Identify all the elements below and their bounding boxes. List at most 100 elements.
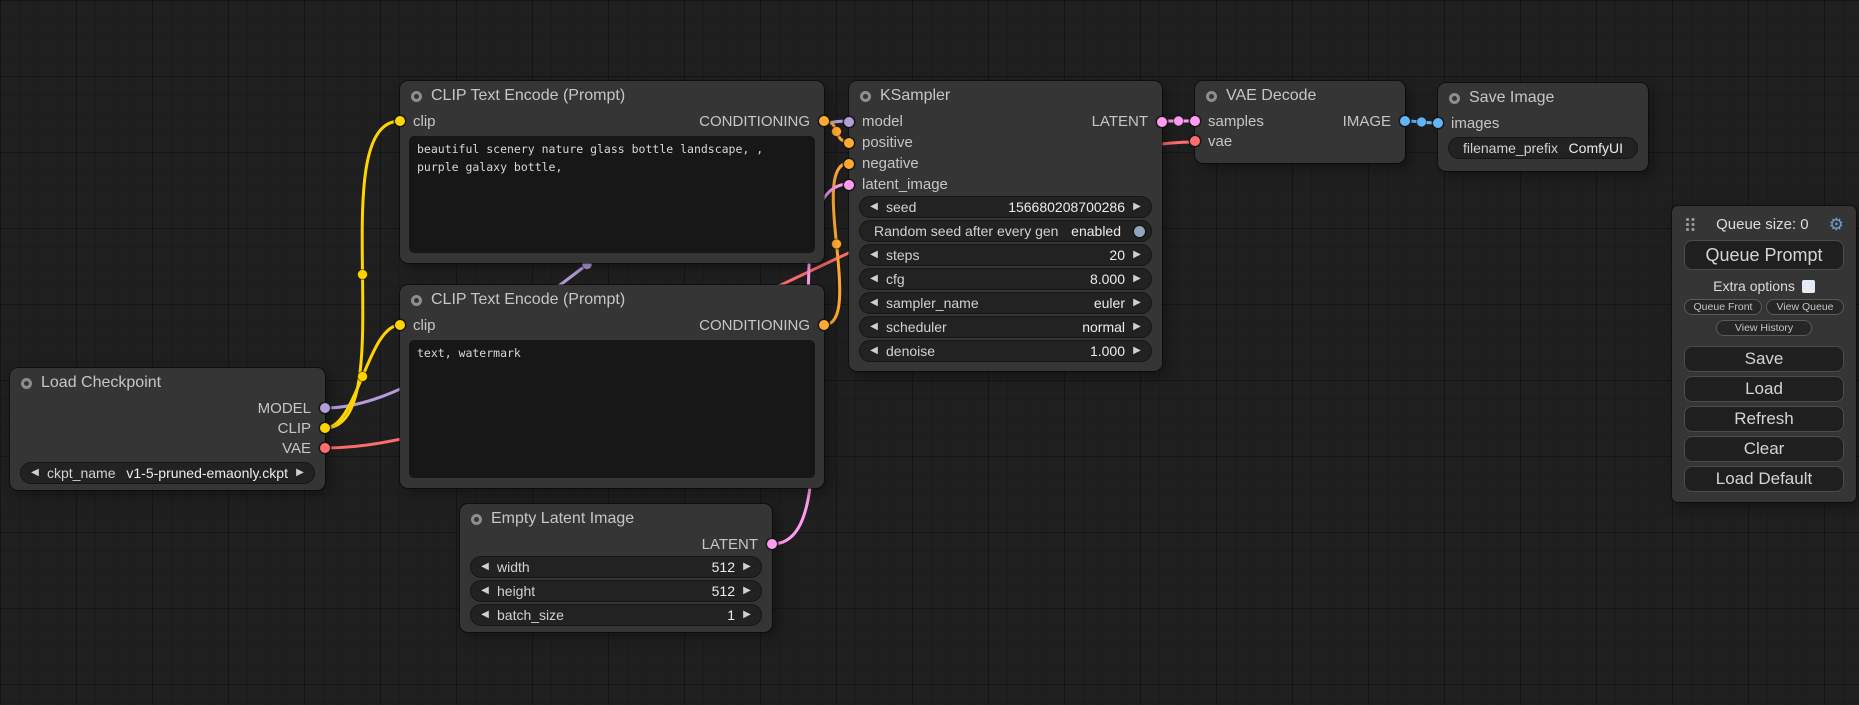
increment-arrow-icon[interactable]: ▶ bbox=[1131, 250, 1143, 260]
increment-arrow-icon[interactable]: ▶ bbox=[741, 610, 753, 620]
ckpt-name-widget[interactable]: ◀ ckpt_name v1-5-pruned-emaonly.ckpt ▶ bbox=[20, 462, 315, 484]
decrement-arrow-icon[interactable]: ◀ bbox=[479, 562, 491, 572]
slot-row-samples-image: samples IMAGE bbox=[1195, 111, 1405, 131]
node-title-bar[interactable]: KSampler bbox=[849, 81, 1162, 111]
node-title-bar[interactable]: CLIP Text Encode (Prompt) bbox=[400, 285, 824, 315]
sampler-name-widget[interactable]: ◀ sampler_name euler ▶ bbox=[859, 292, 1152, 314]
input-label-latent-image: latent_image bbox=[862, 176, 948, 193]
increment-arrow-icon[interactable]: ▶ bbox=[741, 586, 753, 596]
filename-prefix-widget[interactable]: filename_prefix ComfyUI bbox=[1448, 137, 1638, 159]
widget-label: ckpt_name bbox=[47, 465, 115, 481]
collapse-dot-icon[interactable] bbox=[1206, 91, 1217, 102]
decrement-arrow-icon[interactable]: ◀ bbox=[868, 298, 880, 308]
output-dot-conditioning[interactable] bbox=[819, 116, 829, 126]
slot-row-clip-conditioning: clip CONDITIONING bbox=[400, 111, 824, 131]
input-dot-model[interactable] bbox=[844, 117, 854, 127]
increment-arrow-icon[interactable]: ▶ bbox=[1131, 322, 1143, 332]
view-queue-button[interactable]: View Queue bbox=[1766, 299, 1844, 315]
node-clip-text-encode-positive[interactable]: CLIP Text Encode (Prompt) clip CONDITION… bbox=[400, 81, 824, 263]
cfg-widget[interactable]: ◀ cfg 8.000 ▶ bbox=[859, 268, 1152, 290]
decrement-arrow-icon[interactable]: ◀ bbox=[479, 610, 491, 620]
extra-options-checkbox[interactable] bbox=[1802, 280, 1815, 293]
queue-size-label: Queue size: 0 bbox=[1696, 216, 1829, 233]
load-default-button[interactable]: Load Default bbox=[1684, 466, 1844, 492]
output-dot-image[interactable] bbox=[1400, 116, 1410, 126]
input-dot-latent-image[interactable] bbox=[844, 180, 854, 190]
batch-size-widget[interactable]: ◀ batch_size 1 ▶ bbox=[470, 604, 762, 626]
collapse-dot-icon[interactable] bbox=[1449, 93, 1460, 104]
increment-arrow-icon[interactable]: ▶ bbox=[741, 562, 753, 572]
random-seed-toggle-widget[interactable]: Random seed after every gen enabled bbox=[859, 220, 1152, 242]
denoise-widget[interactable]: ◀ denoise 1.000 ▶ bbox=[859, 340, 1152, 362]
input-label-clip: clip bbox=[413, 317, 436, 334]
save-button[interactable]: Save bbox=[1684, 346, 1844, 372]
node-title-bar[interactable]: CLIP Text Encode (Prompt) bbox=[400, 81, 824, 111]
node-save-image[interactable]: Save Image images filename_prefix ComfyU… bbox=[1438, 83, 1648, 171]
node-ksampler[interactable]: KSampler model LATENT positive negative … bbox=[849, 81, 1162, 371]
node-title-bar[interactable]: Save Image bbox=[1438, 83, 1648, 113]
output-dot-conditioning[interactable] bbox=[819, 320, 829, 330]
input-dot-negative[interactable] bbox=[844, 159, 854, 169]
output-dot-latent[interactable] bbox=[767, 539, 777, 549]
queue-front-button[interactable]: Queue Front bbox=[1684, 299, 1762, 315]
increment-arrow-icon[interactable]: ▶ bbox=[1131, 274, 1143, 284]
decrement-arrow-icon[interactable]: ◀ bbox=[29, 468, 41, 478]
widget-value: euler bbox=[1094, 295, 1125, 311]
increment-arrow-icon[interactable]: ▶ bbox=[1131, 202, 1143, 212]
increment-arrow-icon[interactable]: ▶ bbox=[1131, 346, 1143, 356]
queue-prompt-button[interactable]: Queue Prompt bbox=[1684, 240, 1844, 270]
node-title-bar[interactable]: VAE Decode bbox=[1195, 81, 1405, 111]
node-title-bar[interactable]: Load Checkpoint bbox=[10, 368, 325, 398]
settings-gear-icon[interactable]: ⚙ bbox=[1829, 216, 1844, 233]
prompt-textarea[interactable]: text, watermark bbox=[409, 340, 815, 478]
increment-arrow-icon[interactable]: ▶ bbox=[294, 468, 306, 478]
output-dot-clip[interactable] bbox=[320, 423, 330, 433]
node-vae-decode[interactable]: VAE Decode samples IMAGE vae bbox=[1195, 81, 1405, 163]
decrement-arrow-icon[interactable]: ◀ bbox=[868, 322, 880, 332]
collapse-dot-icon[interactable] bbox=[471, 514, 482, 525]
input-dot-images[interactable] bbox=[1433, 118, 1443, 128]
widget-value: 512 bbox=[712, 559, 735, 575]
node-clip-text-encode-negative[interactable]: CLIP Text Encode (Prompt) clip CONDITION… bbox=[400, 285, 824, 488]
input-dot-clip[interactable] bbox=[395, 320, 405, 330]
clear-button[interactable]: Clear bbox=[1684, 436, 1844, 462]
node-title-bar[interactable]: Empty Latent Image bbox=[460, 504, 772, 534]
toggle-dot-icon[interactable] bbox=[1134, 226, 1145, 237]
widget-label: batch_size bbox=[497, 607, 564, 623]
decrement-arrow-icon[interactable]: ◀ bbox=[479, 586, 491, 596]
input-slot-vae: vae bbox=[1195, 131, 1405, 151]
node-canvas[interactable]: Load Checkpoint MODEL CLIP VAE ◀ ckpt_na… bbox=[0, 0, 1859, 705]
output-dot-vae[interactable] bbox=[320, 443, 330, 453]
scheduler-widget[interactable]: ◀ scheduler normal ▶ bbox=[859, 316, 1152, 338]
output-label-latent: LATENT bbox=[1092, 113, 1148, 130]
input-dot-clip[interactable] bbox=[395, 116, 405, 126]
decrement-arrow-icon[interactable]: ◀ bbox=[868, 250, 880, 260]
refresh-button[interactable]: Refresh bbox=[1684, 406, 1844, 432]
output-dot-latent[interactable] bbox=[1157, 117, 1167, 127]
input-dot-vae[interactable] bbox=[1190, 136, 1200, 146]
load-button[interactable]: Load bbox=[1684, 376, 1844, 402]
extra-options-label: Extra options bbox=[1713, 278, 1795, 294]
increment-arrow-icon[interactable]: ▶ bbox=[1131, 298, 1143, 308]
collapse-dot-icon[interactable] bbox=[411, 295, 422, 306]
width-widget[interactable]: ◀ width 512 ▶ bbox=[470, 556, 762, 578]
decrement-arrow-icon[interactable]: ◀ bbox=[868, 346, 880, 356]
node-empty-latent-image[interactable]: Empty Latent Image LATENT ◀ width 512 ▶ … bbox=[460, 504, 772, 632]
collapse-dot-icon[interactable] bbox=[411, 91, 422, 102]
seed-widget[interactable]: ◀ seed 156680208700286 ▶ bbox=[859, 196, 1152, 218]
input-dot-samples[interactable] bbox=[1190, 116, 1200, 126]
output-dot-model[interactable] bbox=[320, 403, 330, 413]
widget-value: 156680208700286 bbox=[1008, 199, 1125, 215]
input-dot-positive[interactable] bbox=[844, 138, 854, 148]
decrement-arrow-icon[interactable]: ◀ bbox=[868, 202, 880, 212]
decrement-arrow-icon[interactable]: ◀ bbox=[868, 274, 880, 284]
node-load-checkpoint[interactable]: Load Checkpoint MODEL CLIP VAE ◀ ckpt_na… bbox=[10, 368, 325, 490]
collapse-dot-icon[interactable] bbox=[860, 91, 871, 102]
view-history-button[interactable]: View History bbox=[1716, 320, 1812, 336]
height-widget[interactable]: ◀ height 512 ▶ bbox=[470, 580, 762, 602]
steps-widget[interactable]: ◀ steps 20 ▶ bbox=[859, 244, 1152, 266]
prompt-textarea[interactable]: beautiful scenery nature glass bottle la… bbox=[409, 136, 815, 253]
link-midpoint-dot bbox=[1417, 117, 1427, 127]
collapse-dot-icon[interactable] bbox=[21, 378, 32, 389]
drag-handle-icon[interactable] bbox=[1684, 217, 1696, 231]
